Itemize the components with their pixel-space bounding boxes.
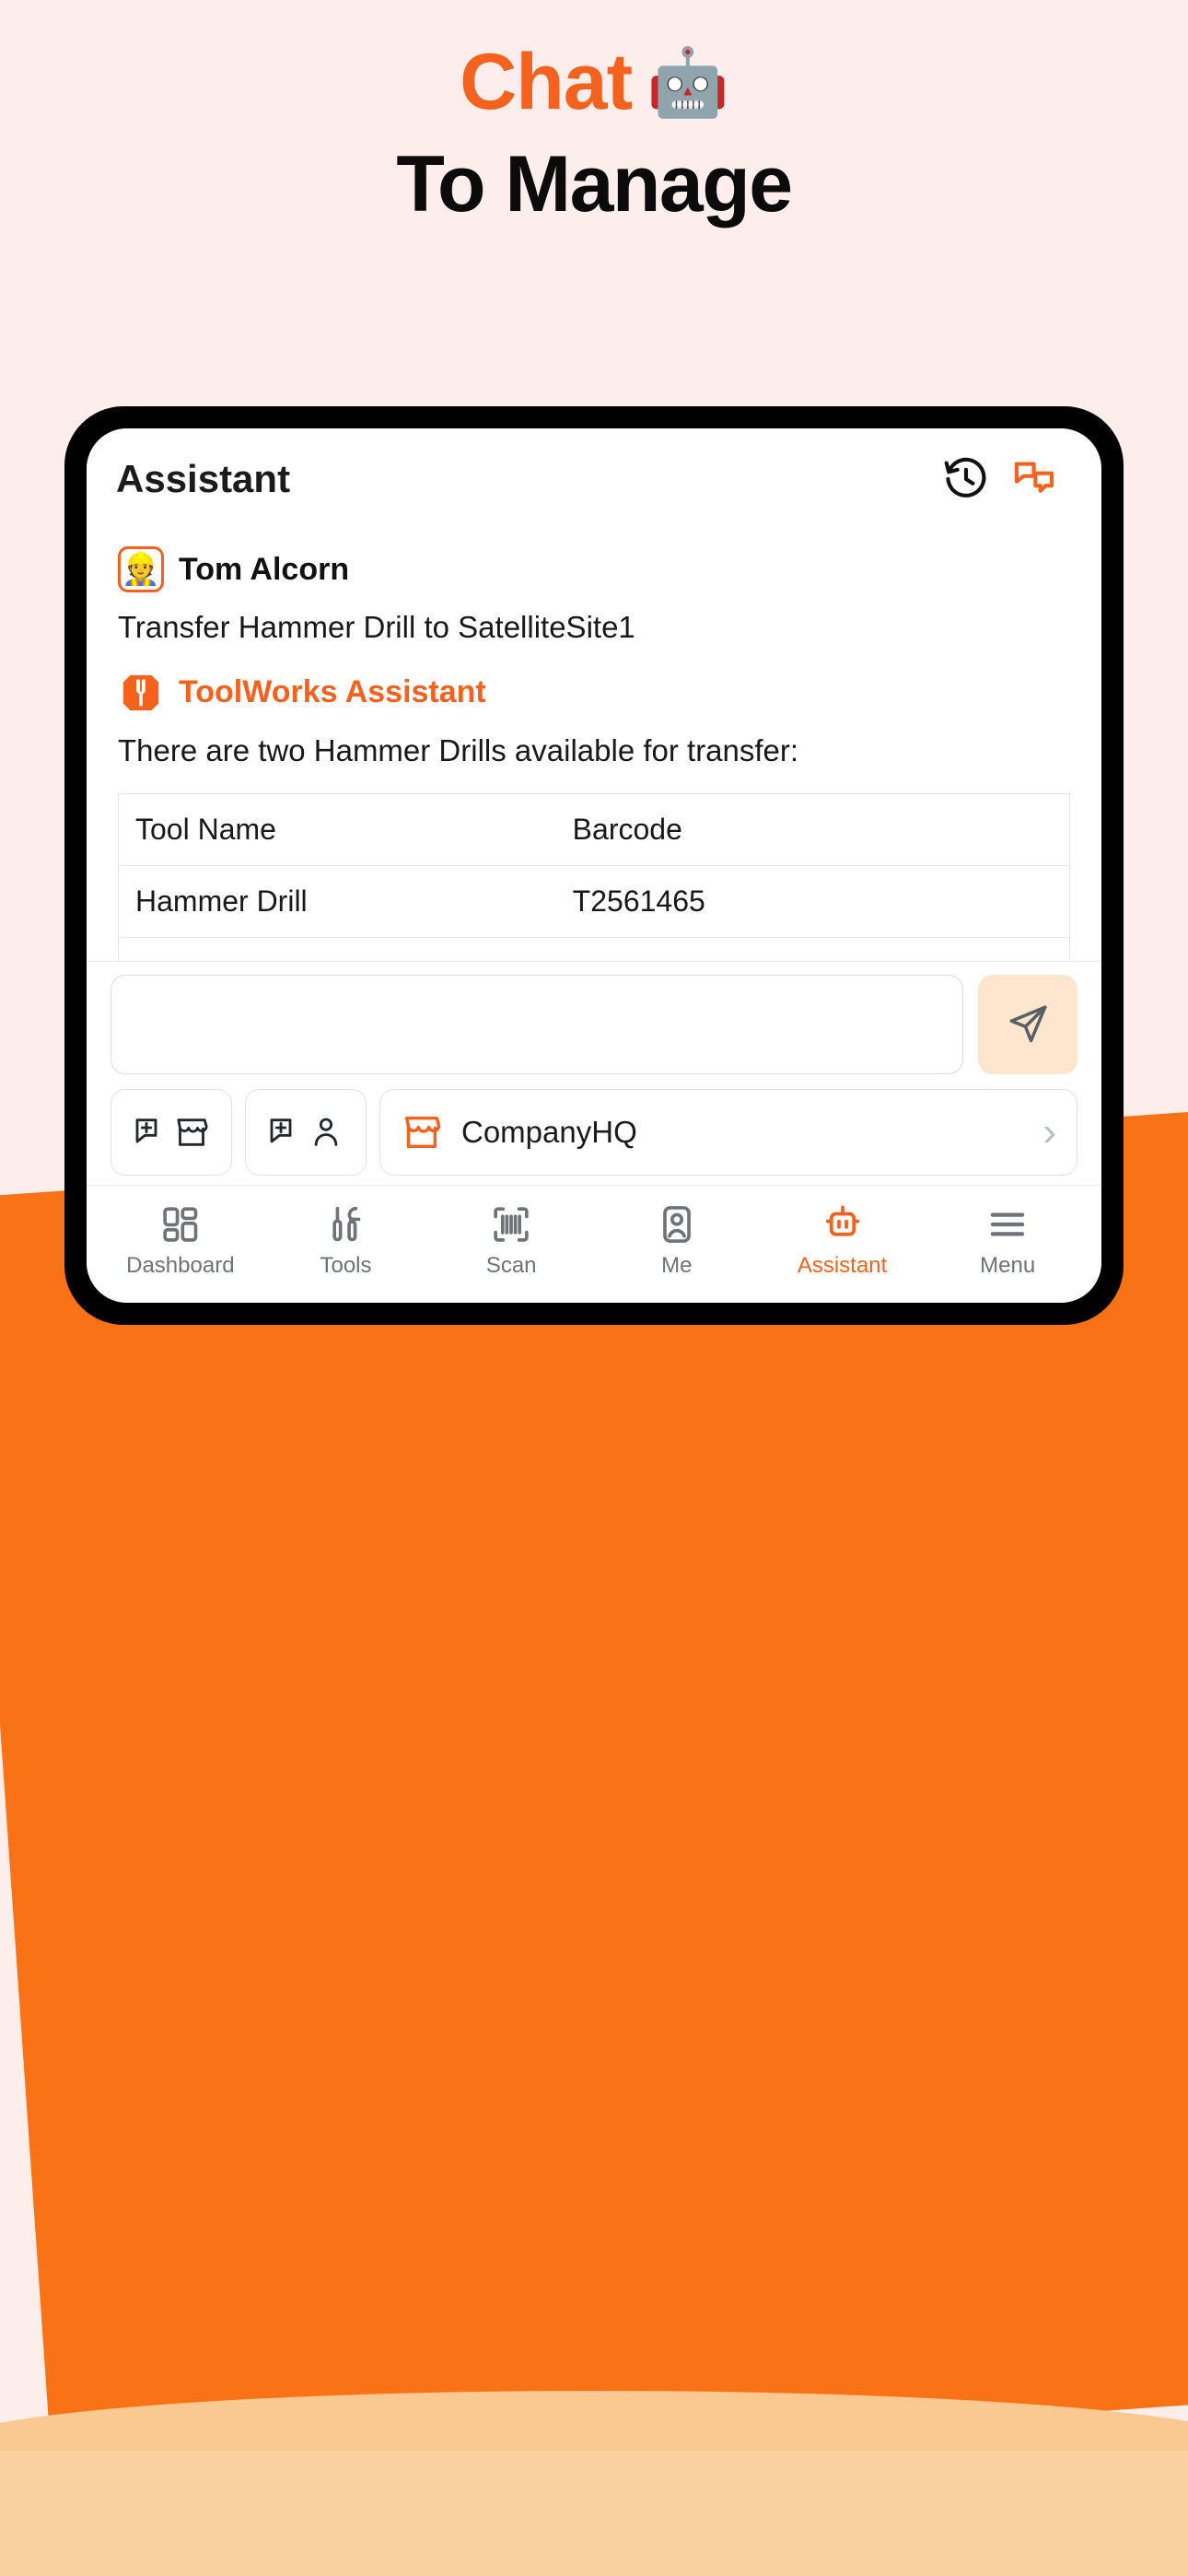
message-text: Transfer Hammer Drill to SatelliteSite1 [118, 610, 635, 644]
nav-label: Assistant [797, 1252, 888, 1278]
context-selector-label: CompanyHQ [461, 1115, 637, 1149]
new-chat-button[interactable] [1000, 445, 1068, 513]
cell-tool-name: Hammer Drill [118, 865, 556, 938]
nav-label: Menu [980, 1252, 1036, 1278]
storefront-icon [173, 1114, 210, 1151]
sender-name: ToolWorks Assistant [179, 674, 486, 710]
chevron-right-icon: › [1042, 1109, 1056, 1154]
send-icon [1005, 1001, 1051, 1048]
dashboard-icon [159, 1203, 202, 1246]
sender-name: Tom Alcorn [179, 551, 350, 587]
tool-results-table: Tool Name Barcode Hammer Drill T2561465 … [118, 792, 1070, 961]
history-icon [942, 455, 990, 503]
add-person-chat-button[interactable] [245, 1089, 367, 1176]
page-headline: Chat 🤖 To Manage [0, 35, 1188, 235]
nav-dashboard[interactable]: Dashboard [98, 1203, 263, 1279]
phone-mockup: Assistant 👷 Tom Alcorn Transfer Hammer D… [66, 408, 1122, 1323]
composer-row [111, 975, 1077, 1074]
nav-menu[interactable]: Menu [925, 1203, 1090, 1279]
person-icon [308, 1114, 344, 1151]
new-chat-icon [1010, 455, 1058, 503]
chat-message-list[interactable]: 👷 Tom Alcorn Transfer Hammer Drill to Sa… [87, 530, 1101, 961]
nav-assistant[interactable]: Assistant [760, 1203, 926, 1279]
chat-message-user-1: 👷 Tom Alcorn Transfer Hammer Drill to Sa… [118, 546, 1070, 650]
barcode-scan-icon [490, 1203, 532, 1246]
chat-plus-icon [133, 1114, 169, 1151]
page-title: Assistant [116, 457, 291, 500]
history-button[interactable] [932, 445, 1000, 513]
column-header-tool-name: Tool Name [118, 793, 556, 866]
peach-band-lower [0, 2451, 1188, 2576]
chat-plus-icon [267, 1114, 304, 1151]
send-button[interactable] [978, 975, 1077, 1074]
avatar: 👷 [118, 546, 164, 592]
nav-label: Tools [320, 1252, 372, 1278]
add-site-chat-button[interactable] [111, 1089, 232, 1176]
nav-label: Me [661, 1252, 693, 1278]
tools-icon [325, 1203, 367, 1246]
phone-screen: Assistant 👷 Tom Alcorn Transfer Hammer D… [87, 428, 1101, 1303]
cell-barcode: T1265819 [556, 937, 1070, 961]
nav-scan[interactable]: Scan [428, 1203, 594, 1279]
bottom-navigation: Dashboard Tools Scan Me Assistant Menu [87, 1185, 1101, 1303]
robot-assistant-icon [821, 1203, 864, 1246]
profile-icon [656, 1203, 698, 1246]
app-header: Assistant [87, 428, 1101, 530]
message-composer: CompanyHQ › [87, 961, 1101, 1185]
nav-tools[interactable]: Tools [263, 1203, 429, 1279]
hamburger-menu-icon [986, 1203, 1029, 1246]
nav-label: Dashboard [126, 1252, 235, 1278]
column-header-barcode: Barcode [555, 793, 1070, 866]
table-row[interactable]: Hammer Drill T1265819 [119, 937, 1070, 961]
message-input[interactable] [111, 975, 963, 1074]
quick-actions-row: CompanyHQ › [111, 1089, 1077, 1176]
table-row[interactable]: Hammer Drill T2561465 [118, 865, 1070, 938]
robot-icon: 🤖 [646, 45, 729, 120]
headline-word-chat: Chat [460, 38, 633, 126]
cell-tool-name: Hammer Drill [119, 937, 556, 961]
headline-line-1: Chat 🤖 [0, 35, 1188, 130]
message-sender-row: ToolWorks Assistant [118, 670, 1070, 716]
context-selector[interactable]: CompanyHQ › [379, 1089, 1077, 1176]
message-text: There are two Hammer Drills available fo… [118, 732, 799, 767]
nav-label: Scan [485, 1252, 537, 1278]
headline-line-2: To Manage [396, 140, 793, 229]
chat-message-assistant-1: ToolWorks Assistant There are two Hammer… [118, 670, 1070, 961]
message-sender-row: 👷 Tom Alcorn [118, 546, 1070, 592]
cell-barcode: T2561465 [555, 865, 1070, 938]
table-header-row: Tool Name Barcode [118, 793, 1070, 866]
storefront-icon [401, 1111, 443, 1153]
nav-me[interactable]: Me [594, 1203, 760, 1279]
toolworks-logo-icon [118, 670, 164, 716]
